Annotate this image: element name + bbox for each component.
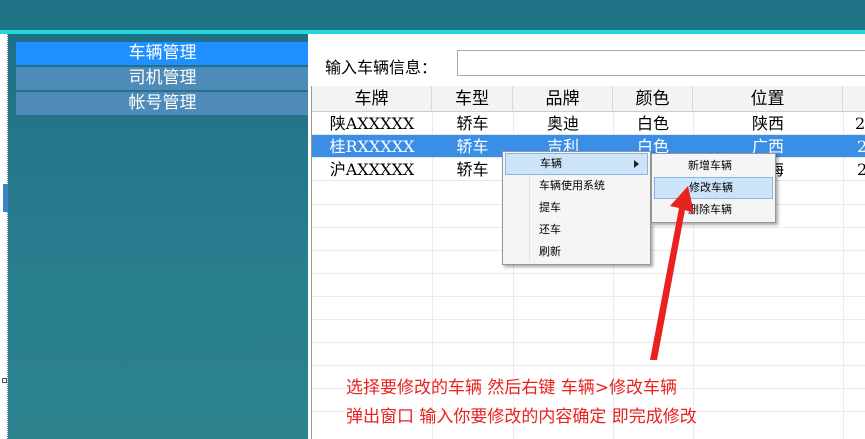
- column-header-type[interactable]: 车型: [432, 86, 513, 112]
- search-label: 输入车辆信息：: [325, 58, 438, 77]
- cell-plate: 陕AXXXXX: [329, 114, 415, 133]
- column-header-color[interactable]: 颜色: [613, 86, 693, 112]
- cell-type: 轿车: [456, 137, 489, 156]
- menu-item-vehicle[interactable]: 车辆: [505, 153, 648, 175]
- vehicle-submenu: 新增车辆 修改车辆 删除车辆: [651, 153, 776, 223]
- column-header-extra[interactable]: [843, 86, 865, 112]
- cell-location: 陕西: [751, 114, 784, 133]
- submenu-arrow-icon: [634, 160, 639, 168]
- table-row[interactable]: 陕AXXXXX 轿车 奥迪 白色 陕西 20: [312, 112, 865, 135]
- left-edge-strip: [0, 34, 8, 439]
- title-bar: [0, 0, 865, 30]
- cell-type: 轿车: [456, 160, 489, 179]
- sidebar-item-account-management[interactable]: 帐号管理: [16, 92, 309, 115]
- resize-handle[interactable]: [2, 378, 7, 383]
- menu-item-add-vehicle[interactable]: 新增车辆: [654, 155, 773, 177]
- grid-line: [312, 319, 865, 320]
- grid-line: [312, 273, 865, 274]
- column-header-plate[interactable]: 车牌: [312, 86, 432, 112]
- context-menu: 车辆 车辆使用系统 提车 还车 刷新: [502, 151, 651, 265]
- cell-plate: 桂RXXXXX: [329, 137, 415, 156]
- menu-item-return[interactable]: 还车: [505, 219, 648, 241]
- menu-item-pickup[interactable]: 提车: [505, 197, 648, 219]
- column-header-location[interactable]: 位置: [693, 86, 843, 112]
- cell-brand: 奥迪: [546, 114, 579, 133]
- grid-line: [312, 365, 865, 366]
- cell-type: 轿车: [456, 114, 489, 133]
- menu-item-label: 车辆: [540, 157, 562, 170]
- cell-color: 白色: [636, 114, 669, 133]
- grid-line: [312, 342, 865, 343]
- menu-item-delete-vehicle[interactable]: 删除车辆: [654, 199, 773, 221]
- annotation-line-2: 弹出窗口 输入你要修改的内容确定 即完成修改: [346, 407, 697, 427]
- menu-item-refresh[interactable]: 刷新: [505, 241, 648, 263]
- grid-line: [312, 296, 865, 297]
- cell-extra: 2: [843, 158, 865, 181]
- search-input[interactable]: [457, 50, 865, 76]
- sidebar: 车辆管理 司机管理 帐号管理: [8, 34, 309, 439]
- cell-plate: 沪AXXXXX: [329, 160, 415, 179]
- annotation-line-1: 选择要修改的车辆 然后右键 车辆>修改车辆: [346, 378, 678, 398]
- menu-item-vehicle-usage-system[interactable]: 车辆使用系统: [505, 175, 648, 197]
- menu-item-edit-vehicle[interactable]: 修改车辆: [654, 177, 773, 199]
- column-header-brand[interactable]: 品牌: [513, 86, 613, 112]
- sidebar-item-vehicle-management[interactable]: 车辆管理: [16, 42, 309, 65]
- cell-extra: 2: [843, 135, 865, 158]
- cell-extra: 20: [855, 114, 865, 133]
- table-header: 车牌 车型 品牌 颜色 位置: [312, 86, 865, 112]
- sidebar-item-driver-management[interactable]: 司机管理: [16, 67, 309, 90]
